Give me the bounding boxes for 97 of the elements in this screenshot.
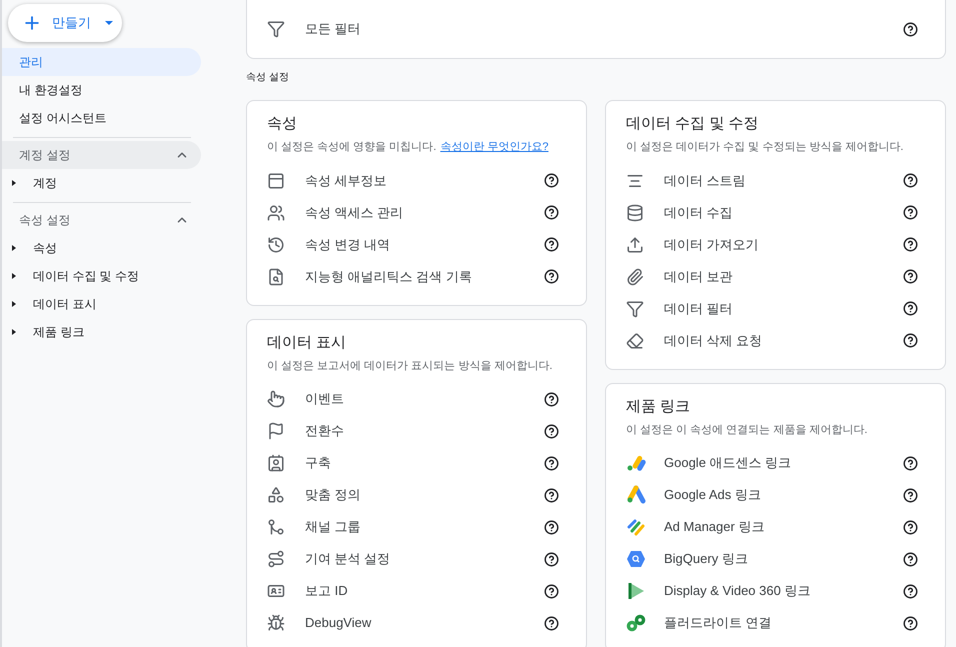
panel-icon	[267, 172, 285, 190]
card-description: 이 설정은 데이터가 수집 및 수정되는 방식을 제어합니다.	[626, 140, 904, 155]
tree-item[interactable]: 계정	[2, 169, 201, 197]
tree-item[interactable]: 제품 링크	[2, 318, 201, 346]
setting-link[interactable]: 데이터 수집	[664, 202, 903, 222]
setting-link[interactable]: 속성 세부정보	[305, 170, 544, 190]
help-icon[interactable]	[903, 333, 918, 348]
nav-item[interactable]: 내 환경설정	[2, 76, 201, 104]
setting-link[interactable]: 지능형 애널리틱스 검색 기록	[305, 266, 544, 286]
play-logo-icon	[626, 581, 646, 601]
card-description: 이 설정은 이 속성에 연결되는 제품을 제어합니다.	[626, 422, 868, 438]
setting-link[interactable]: 데이터 스트림	[664, 170, 903, 190]
setting-link[interactable]: 플러드라이트 연결	[664, 613, 903, 633]
help-icon[interactable]	[903, 584, 918, 598]
help-icon[interactable]	[544, 488, 559, 502]
database-icon	[626, 204, 644, 222]
stripes-logo-icon	[626, 517, 646, 537]
help-icon[interactable]	[903, 301, 918, 316]
flag-icon	[267, 422, 285, 440]
section-header[interactable]: 계정 설정	[2, 141, 201, 169]
id-card-icon	[267, 582, 285, 600]
setting-link[interactable]: 데이터 필터	[664, 298, 903, 318]
setting-link[interactable]: 보고 ID	[305, 581, 544, 601]
card-title: 속성	[267, 114, 298, 134]
setting-link[interactable]: 데이터 가져오기	[664, 234, 903, 254]
setting-link[interactable]: 기여 분석 설정	[305, 549, 544, 569]
setting-link[interactable]: DebugView	[305, 613, 544, 633]
link-logo-icon	[626, 613, 646, 633]
help-icon[interactable]	[903, 520, 918, 534]
history-icon	[267, 236, 285, 254]
setting-link[interactable]: 데이터 보관	[664, 266, 903, 286]
hand-pointer-icon	[267, 390, 285, 408]
hexagon-search-icon	[626, 549, 646, 569]
help-icon[interactable]	[903, 616, 918, 630]
help-icon[interactable]	[544, 205, 559, 220]
setting-link[interactable]: 속성 변경 내역	[305, 234, 544, 254]
tree-item[interactable]: 데이터 수집 및 수정	[2, 262, 201, 290]
help-icon[interactable]	[903, 22, 918, 36]
nav-item[interactable]: 관리	[2, 48, 201, 76]
bars-logo-icon	[626, 453, 646, 473]
triangle-logo-icon	[626, 485, 646, 505]
help-icon[interactable]	[544, 173, 559, 188]
help-icon[interactable]	[544, 584, 559, 598]
setting-link[interactable]: Google 애드센스 링크	[664, 453, 903, 473]
expand-arrow-icon	[12, 301, 16, 307]
card-title: 데이터 표시	[267, 332, 348, 352]
section-label: 속성 설정	[246, 71, 290, 85]
setting-link[interactable]: 모든 필터	[305, 19, 903, 39]
help-icon[interactable]	[544, 616, 559, 630]
setting-link[interactable]: 전환수	[305, 421, 544, 441]
setting-link[interactable]: 속성 액세스 관리	[305, 202, 544, 222]
tree-item[interactable]: 데이터 표시	[2, 290, 201, 318]
help-icon[interactable]	[903, 237, 918, 252]
card-title: 제품 링크	[626, 396, 692, 416]
help-icon[interactable]	[903, 205, 918, 220]
filter-icon	[267, 20, 285, 38]
card-description: 이 설정은 보고서에 데이터가 표시되는 방식을 제어합니다.	[267, 358, 552, 374]
help-icon[interactable]	[903, 456, 918, 470]
help-icon[interactable]	[903, 552, 918, 566]
help-icon[interactable]	[544, 237, 559, 252]
setting-link[interactable]: 이벤트	[305, 389, 544, 409]
setting-link[interactable]: BigQuery 링크	[664, 549, 903, 569]
help-icon[interactable]	[544, 269, 559, 284]
help-icon[interactable]	[544, 520, 559, 534]
setting-link[interactable]: 데이터 삭제 요청	[664, 330, 903, 350]
create-button[interactable]: 만들기	[8, 4, 122, 42]
tree-item[interactable]: 속성	[2, 234, 201, 262]
eraser-icon	[626, 332, 644, 350]
filter-icon	[626, 300, 644, 318]
help-icon[interactable]	[544, 424, 559, 438]
people-icon	[267, 204, 285, 222]
card-title: 데이터 수집 및 수정	[626, 114, 760, 134]
help-icon[interactable]	[903, 173, 918, 188]
setting-link[interactable]: Google Ads 링크	[664, 485, 903, 505]
setting-link[interactable]: 맞춤 정의	[305, 485, 544, 505]
setting-link[interactable]: 채널 그룹	[305, 517, 544, 537]
help-icon[interactable]	[903, 269, 918, 284]
help-icon[interactable]	[544, 456, 559, 470]
expand-arrow-icon	[12, 273, 16, 279]
help-link[interactable]: 속성이란 무엇인가요?	[440, 139, 548, 156]
nav-item[interactable]: 설정 어시스턴트	[2, 104, 201, 132]
expand-arrow-icon	[12, 329, 16, 335]
help-icon[interactable]	[903, 488, 918, 502]
caret-icon	[105, 21, 113, 25]
help-icon[interactable]	[544, 552, 559, 566]
shapes-icon	[267, 486, 285, 504]
upload-icon	[626, 236, 644, 254]
paperclip-icon	[626, 268, 644, 286]
bug-icon	[267, 614, 285, 632]
setting-link[interactable]: Ad Manager 링크	[664, 517, 903, 537]
help-icon[interactable]	[544, 392, 559, 406]
setting-link[interactable]: Display & Video 360 링크	[664, 581, 903, 601]
setting-link[interactable]: 구축	[305, 453, 544, 473]
expand-arrow-icon	[12, 245, 16, 251]
route-icon	[267, 550, 285, 568]
expand-arrow-icon	[12, 180, 16, 186]
card-description: 이 설정은 속성에 영향을 미칩니다.	[267, 140, 436, 155]
